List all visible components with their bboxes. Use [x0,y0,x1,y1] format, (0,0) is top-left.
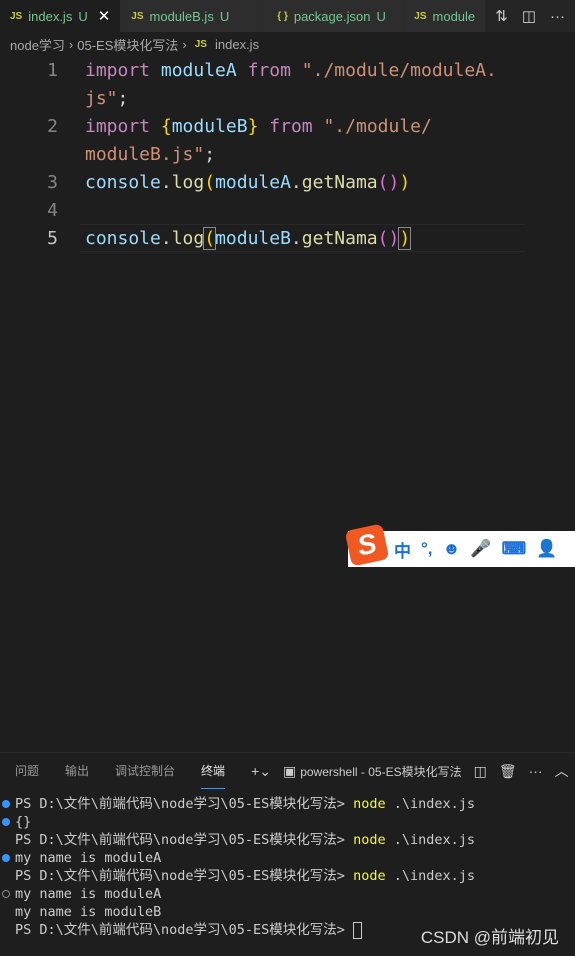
tab-module[interactable]: JS module [404,0,487,32]
punctuation-button[interactable]: °, [421,539,433,559]
microphone-icon[interactable]: 🎤 [470,539,491,559]
more-actions-icon[interactable]: ··· [550,8,565,25]
command-decoration-icon [2,800,10,808]
code-line: console.log(moduleB.getNama()) [85,227,412,250]
sogou-logo[interactable]: S [344,523,390,567]
tab-debug-console[interactable]: 调试控制台 [115,753,175,789]
js-icon: JS [131,10,144,22]
breadcrumb: node学习 › 05-ES模块化写法 › JS index.js [10,35,260,54]
split-editor-icon[interactable]: ◫ [522,7,536,25]
terminal-line: PS D:\文件\前端代码\node学习\05-ES模块化写法> node .\… [15,832,475,848]
tab-label: package.json [293,8,371,24]
tab-label: moduleB.js [149,8,214,24]
emoji-icon[interactable]: ☻ [443,539,461,559]
breadcrumb-folder[interactable]: 05-ES模块化写法 [77,35,178,54]
code-line-wrap: moduleB.js"; [85,144,216,165]
tab-terminal[interactable]: 终端 [201,753,226,789]
user-icon[interactable]: 👤 [536,539,557,559]
terminal-icon: ▣ [282,762,297,779]
breadcrumb-folder[interactable]: node学习 [10,35,65,54]
terminal-line: my name is moduleB [15,904,162,920]
maximize-icon[interactable]: ︿ [555,761,569,781]
command-decoration-icon [2,890,10,898]
code-line: import moduleA from "./module/moduleA. [85,60,497,81]
more-icon[interactable]: ··· [529,763,543,779]
terminal-line: PS D:\文件\前端代码\node学习\05-ES模块化写法> node .\… [2,795,575,813]
tab-label: module [432,8,476,24]
command-decoration-icon [2,854,10,862]
close-icon[interactable]: ✕ [98,7,111,25]
terminal-line: my name is moduleA [2,885,575,903]
terminal-line: {} [2,813,575,831]
terminal-line: PS D:\文件\前端代码\node学习\05-ES模块化写法> node .\… [15,868,475,884]
js-icon: JS [10,10,23,22]
chinese-mode-button[interactable]: 中 [394,537,411,562]
line-number: 5 [47,228,58,249]
tab-package-json[interactable]: { } package.json U [263,0,405,32]
terminal-output[interactable]: PS D:\文件\前端代码\node学习\05-ES模块化写法> node .\… [0,795,575,939]
tab-moduleb-js[interactable]: JS moduleB.js U [121,0,264,32]
tab-status: U [376,8,386,24]
tab-label: index.js [28,8,73,24]
line-number: 4 [47,200,58,221]
watermark: CSDN @前端初见 [420,928,559,947]
command-decoration-icon [2,818,10,826]
split-terminal-icon[interactable]: ◫ [474,763,487,780]
js-icon: JS [414,10,427,22]
panel-tabs: 问题 输出 调试控制台 终端 +⌄ ▣ powershell - 05-ES模块… [0,753,575,789]
tab-status: U [78,8,88,24]
ime-toolbar: S 中 °, ☻ 🎤 ⌨ 👤 [344,523,575,567]
editor-actions: ⇅ ◫ ··· [485,0,575,32]
tab-output[interactable]: 输出 [65,753,89,789]
terminal-line: my name is moduleA [2,849,575,867]
code-line: console.log(moduleA.getNama()) [85,172,411,193]
code-line-wrap: js"; [85,88,129,109]
trash-icon[interactable]: 🗑 [499,763,517,780]
breadcrumb-file[interactable]: index.js [215,37,259,52]
line-number: 2 [47,116,58,137]
add-terminal-icon[interactable]: +⌄ [251,763,271,780]
line-number: 3 [47,172,58,193]
js-icon: JS [194,38,207,50]
json-icon: { } [277,10,288,22]
bottom-panel: 问题 输出 调试控制台 终端 +⌄ ▣ powershell - 05-ES模块… [0,752,575,956]
panel-actions: +⌄ ▣ powershell - 05-ES模块化写法 ◫ 🗑 ··· ︿ [251,761,569,781]
tab-problems[interactable]: 问题 [15,753,39,789]
keyboard-icon[interactable]: ⌨ [502,539,527,559]
tab-bar: JS index.js U ✕ JS moduleB.js U { } package.js… [0,0,575,32]
terminal-cursor [353,921,363,939]
tab-index-js[interactable]: JS index.js U ✕ [0,0,122,32]
tab-status: U [219,8,230,24]
terminal-name[interactable]: powershell - 05-ES模块化写法 [300,763,461,780]
code-editor[interactable]: 1 2 3 4 5 import moduleA from "./module/… [0,56,575,750]
line-number: 1 [47,60,58,81]
compare-changes-icon[interactable]: ⇅ [495,7,508,25]
code-line: import {moduleB} from "./module/ [85,116,432,137]
